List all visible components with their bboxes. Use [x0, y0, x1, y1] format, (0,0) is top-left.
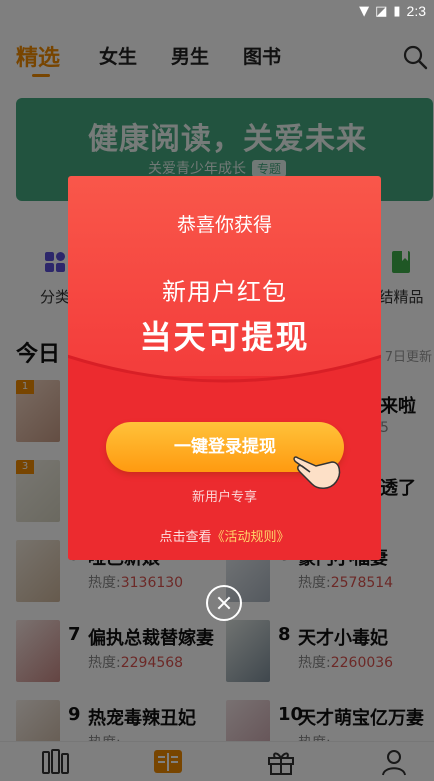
activity-rules-link[interactable]: 《活动规则》 [212, 530, 290, 545]
pointing-hand-icon [293, 456, 341, 489]
dialog-rules: 点击查看《活动规则》 [68, 526, 381, 545]
dialog-header: 恭喜你获得 [176, 214, 272, 236]
status-bar: ▼ ◪ ▮ 2:3 [0, 0, 434, 24]
rules-prefix: 点击查看 [159, 530, 212, 545]
battery-icon: ▮ [393, 3, 401, 19]
wifi-icon: ▼ [359, 3, 370, 19]
status-icons: ▼ ◪ ▮ 2:3 [359, 3, 426, 19]
signal-icon: ◪ [375, 3, 388, 19]
dialog-exclusive-note: 新用户专享 [191, 490, 257, 505]
dialog-reward-title: 新用户红包 [162, 278, 287, 306]
close-dialog-button[interactable] [206, 585, 242, 621]
new-user-redpacket-dialog: 恭喜你获得 新用户红包 当天可提现 一键登录提现 新用户专享 点击查看《活动规则… [68, 176, 381, 560]
status-time: 2:3 [406, 3, 426, 19]
dialog-curve [68, 354, 381, 426]
